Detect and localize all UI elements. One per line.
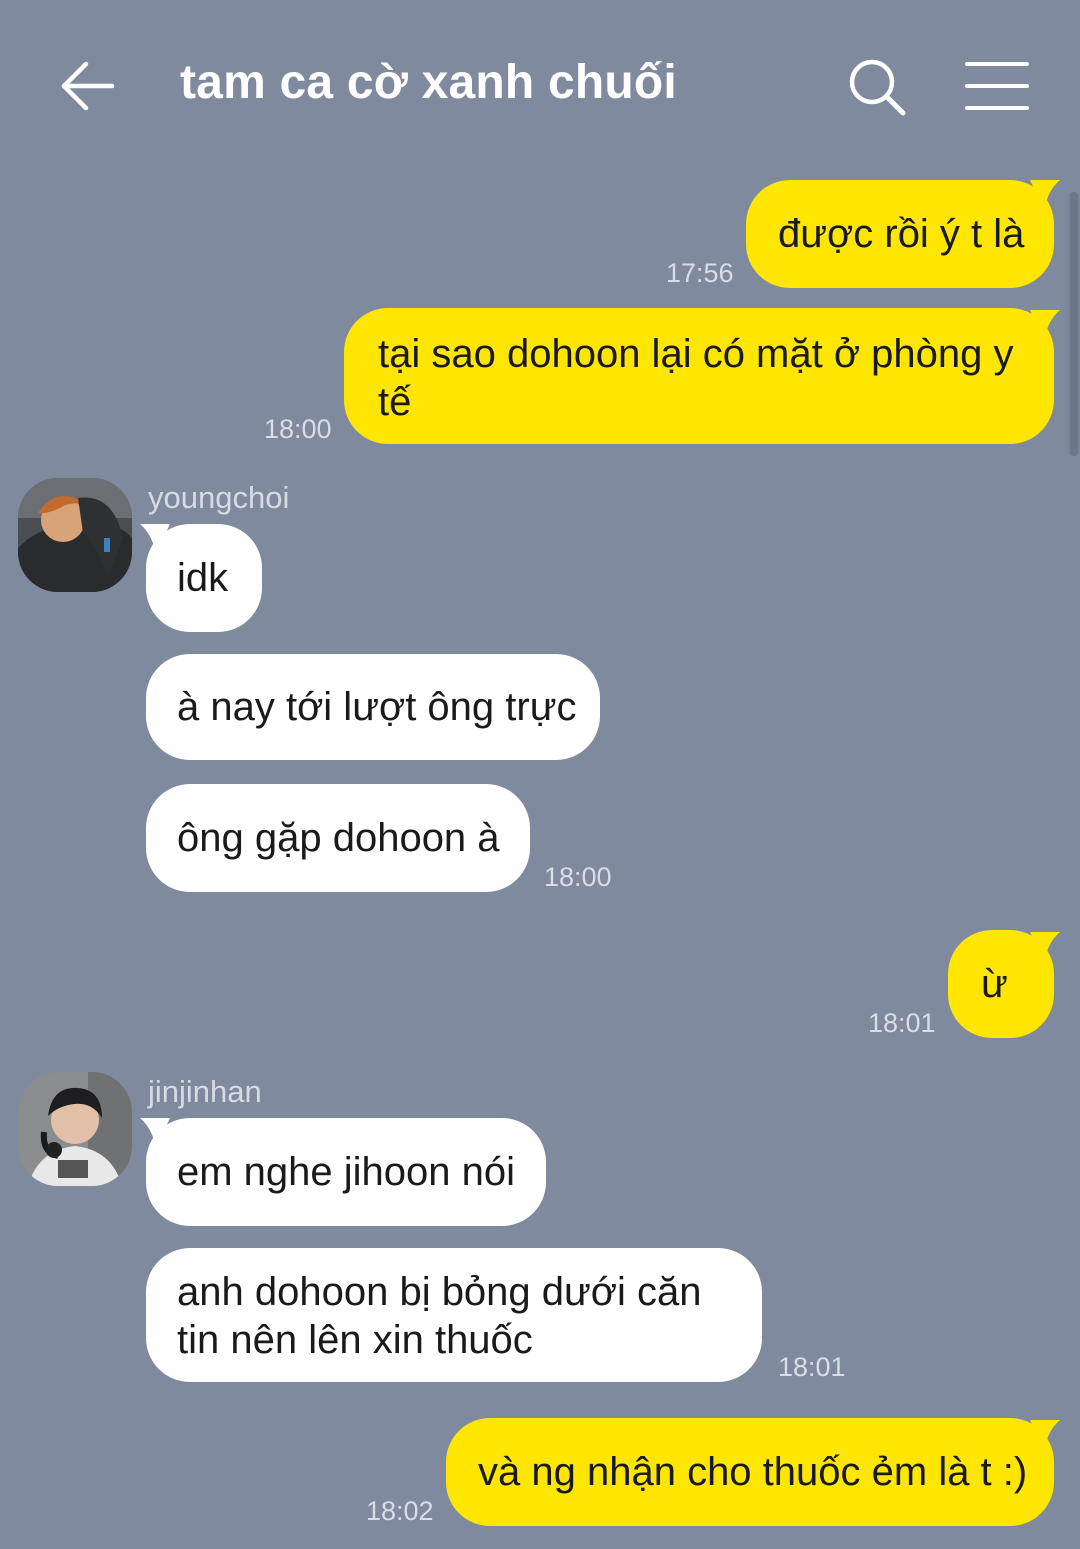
message-time: 18:01 (778, 1352, 846, 1382)
chat-header: tam ca cờ xanh chuối (0, 0, 1080, 175)
chat-title: tam ca cờ xanh chuối (180, 56, 677, 109)
sender-name: youngchoi (148, 480, 290, 515)
incoming-message-bubble[interactable]: anh dohoon bị bỏng dưới căn tin nên lên … (146, 1248, 762, 1382)
bubble-tail (1030, 180, 1060, 210)
message-time: 18:01 (868, 1008, 936, 1038)
message-text-line: tại sao dohoon lại có mặt ở phòng y (378, 332, 1014, 376)
message-time: 18:00 (544, 862, 612, 892)
message-text-line: tin nên lên xin thuốc (177, 1318, 533, 1362)
bubble-tail (140, 1118, 170, 1148)
message-time: 18:02 (366, 1496, 434, 1526)
menu-button[interactable] (964, 58, 1030, 114)
hamburger-menu-icon (965, 62, 1029, 110)
incoming-message-bubble[interactable]: à nay tới lượt ông trực (146, 654, 600, 760)
message-text: à nay tới lượt ông trực (177, 685, 577, 729)
avatar-youngchoi[interactable] (18, 478, 132, 592)
message-text-line: tế (378, 380, 412, 424)
message-text: ông gặp dohoon à (177, 816, 500, 860)
chat-scrollbar[interactable] (1068, 192, 1080, 456)
message-text-line: anh dohoon bị bỏng dưới căn (177, 1270, 702, 1314)
incoming-message-bubble[interactable]: ông gặp dohoon à (146, 784, 530, 892)
avatar-jinjinhan[interactable] (18, 1072, 132, 1186)
message-text: ừ (981, 962, 1008, 1006)
message-time: 18:00 (264, 414, 332, 444)
avatar-image (18, 1072, 132, 1186)
message-time: 17:56 (666, 258, 734, 288)
message-text: idk (177, 556, 229, 600)
outgoing-message-bubble[interactable]: và ng nhận cho thuốc ẻm là t :) (446, 1418, 1054, 1526)
message-text: được rồi ý t là (778, 212, 1025, 256)
bubble-tail (140, 524, 170, 554)
outgoing-message-bubble[interactable]: được rồi ý t là (746, 180, 1054, 288)
bubble-tail (1030, 310, 1060, 340)
bubble-tail (1030, 932, 1060, 962)
sender-name: jinjinhan (148, 1074, 262, 1109)
message-text: em nghe jihoon nói (177, 1150, 516, 1194)
bubble-tail (1030, 1420, 1060, 1450)
incoming-message-bubble[interactable]: em nghe jihoon nói (146, 1118, 546, 1226)
message-text: và ng nhận cho thuốc ẻm là t :) (478, 1450, 1028, 1494)
avatar-image (18, 478, 132, 592)
scrollbar-thumb[interactable] (1070, 192, 1078, 456)
outgoing-message-bubble[interactable]: tại sao dohoon lại có mặt ở phòng y tế (344, 308, 1054, 444)
arrow-left-icon (61, 61, 115, 111)
back-button[interactable] (58, 56, 118, 116)
search-button[interactable] (846, 56, 910, 120)
search-icon (849, 59, 906, 116)
